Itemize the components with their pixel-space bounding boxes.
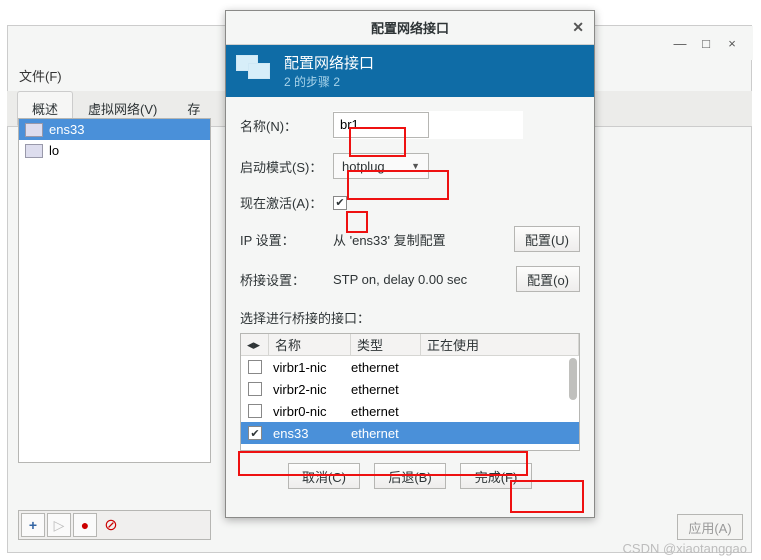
list-item-ens33[interactable]: ens33: [19, 119, 210, 140]
nic-icon: [25, 123, 43, 137]
minimize-icon[interactable]: —: [673, 36, 687, 50]
col-type[interactable]: 类型: [351, 334, 421, 355]
col-inuse[interactable]: 正在使用: [421, 334, 579, 355]
row-checkbox[interactable]: [248, 360, 262, 374]
col-name[interactable]: 名称: [269, 334, 351, 355]
configure-dialog: 配置网络接口 ✕ 配置网络接口 2 的步骤 2 名称(N)： br1 启动模式(…: [225, 10, 595, 518]
startmode-label: 启动模式(S)：: [240, 157, 325, 176]
list-item-lo[interactable]: lo: [19, 140, 210, 161]
watermark: CSDN @xiaotanggao: [623, 541, 747, 556]
close-icon[interactable]: ×: [725, 36, 739, 50]
list-item-label: ens33: [49, 122, 84, 137]
row-type: ethernet: [351, 360, 421, 375]
dialog-footer: 取消(C) 后退(B) 完成(F): [240, 451, 580, 489]
add-button[interactable]: +: [21, 513, 45, 537]
table-row[interactable]: virbr1-nicethernet: [241, 356, 579, 378]
apply-button[interactable]: 应用(A): [677, 514, 743, 540]
play-button[interactable]: ▷: [47, 513, 71, 537]
dialog-body: 名称(N)： br1 启动模式(S)： hotplug ▼ 现在激活(A)： ✔: [226, 97, 594, 497]
configure-bridge-button[interactable]: 配置(o): [516, 266, 580, 292]
name-label: 名称(N)：: [240, 116, 325, 135]
select-if-label: 选择进行桥接的接口：: [240, 306, 580, 333]
col-check[interactable]: ◂▸: [241, 334, 269, 355]
network-icon: [236, 55, 274, 87]
close-icon[interactable]: ✕: [572, 19, 584, 36]
row-name: virbr1-nic: [269, 360, 351, 375]
bridge-label: 桥接设置：: [240, 270, 325, 289]
record-button[interactable]: ●: [73, 513, 97, 537]
dialog-title: 配置网络接口: [371, 18, 449, 37]
list-item-label: lo: [49, 143, 59, 158]
interface-list: ens33 lo: [18, 118, 211, 463]
table-row[interactable]: ✔ ens33ethernet: [241, 422, 579, 444]
banner-title: 配置网络接口: [284, 52, 374, 73]
cancel-button[interactable]: 取消(C): [288, 463, 360, 489]
ip-label: IP 设置：: [240, 230, 325, 249]
interface-grid: ◂▸ 名称 类型 正在使用 virbr1-nicethernetvirbr2-n…: [240, 333, 580, 451]
dialog-banner: 配置网络接口 2 的步骤 2: [226, 45, 594, 97]
activate-checkbox[interactable]: ✔: [333, 196, 347, 210]
back-button[interactable]: 后退(B): [374, 463, 446, 489]
startmode-value: hotplug: [342, 159, 385, 174]
row-checkbox[interactable]: ✔: [248, 426, 262, 440]
banner-subtitle: 2 的步骤 2: [284, 73, 374, 90]
row-type: ethernet: [351, 382, 421, 397]
nic-icon: [25, 144, 43, 158]
activate-label: 现在激活(A)：: [240, 193, 325, 212]
row-type: ethernet: [351, 404, 421, 419]
configure-ip-button[interactable]: 配置(U): [514, 226, 580, 252]
maximize-icon[interactable]: □: [699, 36, 713, 50]
table-row[interactable]: virbr0-nicethernet: [241, 400, 579, 422]
delete-button[interactable]: ⊘: [99, 513, 123, 537]
row-name: virbr0-nic: [269, 404, 351, 419]
row-checkbox[interactable]: [248, 404, 262, 418]
ip-copy-text: 从 'ens33' 复制配置: [333, 230, 506, 249]
dialog-titlebar: 配置网络接口 ✕: [226, 11, 594, 45]
finish-button[interactable]: 完成(F): [460, 463, 532, 489]
table-row[interactable]: virbr2-nicethernet: [241, 378, 579, 400]
grid-header: ◂▸ 名称 类型 正在使用: [241, 334, 579, 356]
row-type: ethernet: [351, 426, 421, 441]
row-name: virbr2-nic: [269, 382, 351, 397]
startmode-combo[interactable]: hotplug ▼: [333, 153, 429, 179]
name-input[interactable]: br1: [333, 112, 429, 138]
toolbar: + ▷ ● ⊘: [18, 510, 211, 540]
bridge-status: STP on, delay 0.00 sec: [333, 272, 508, 287]
scrollbar-thumb[interactable]: [569, 358, 577, 400]
row-checkbox[interactable]: [248, 382, 262, 396]
row-name: ens33: [269, 426, 351, 441]
chevron-down-icon: ▼: [411, 161, 420, 171]
